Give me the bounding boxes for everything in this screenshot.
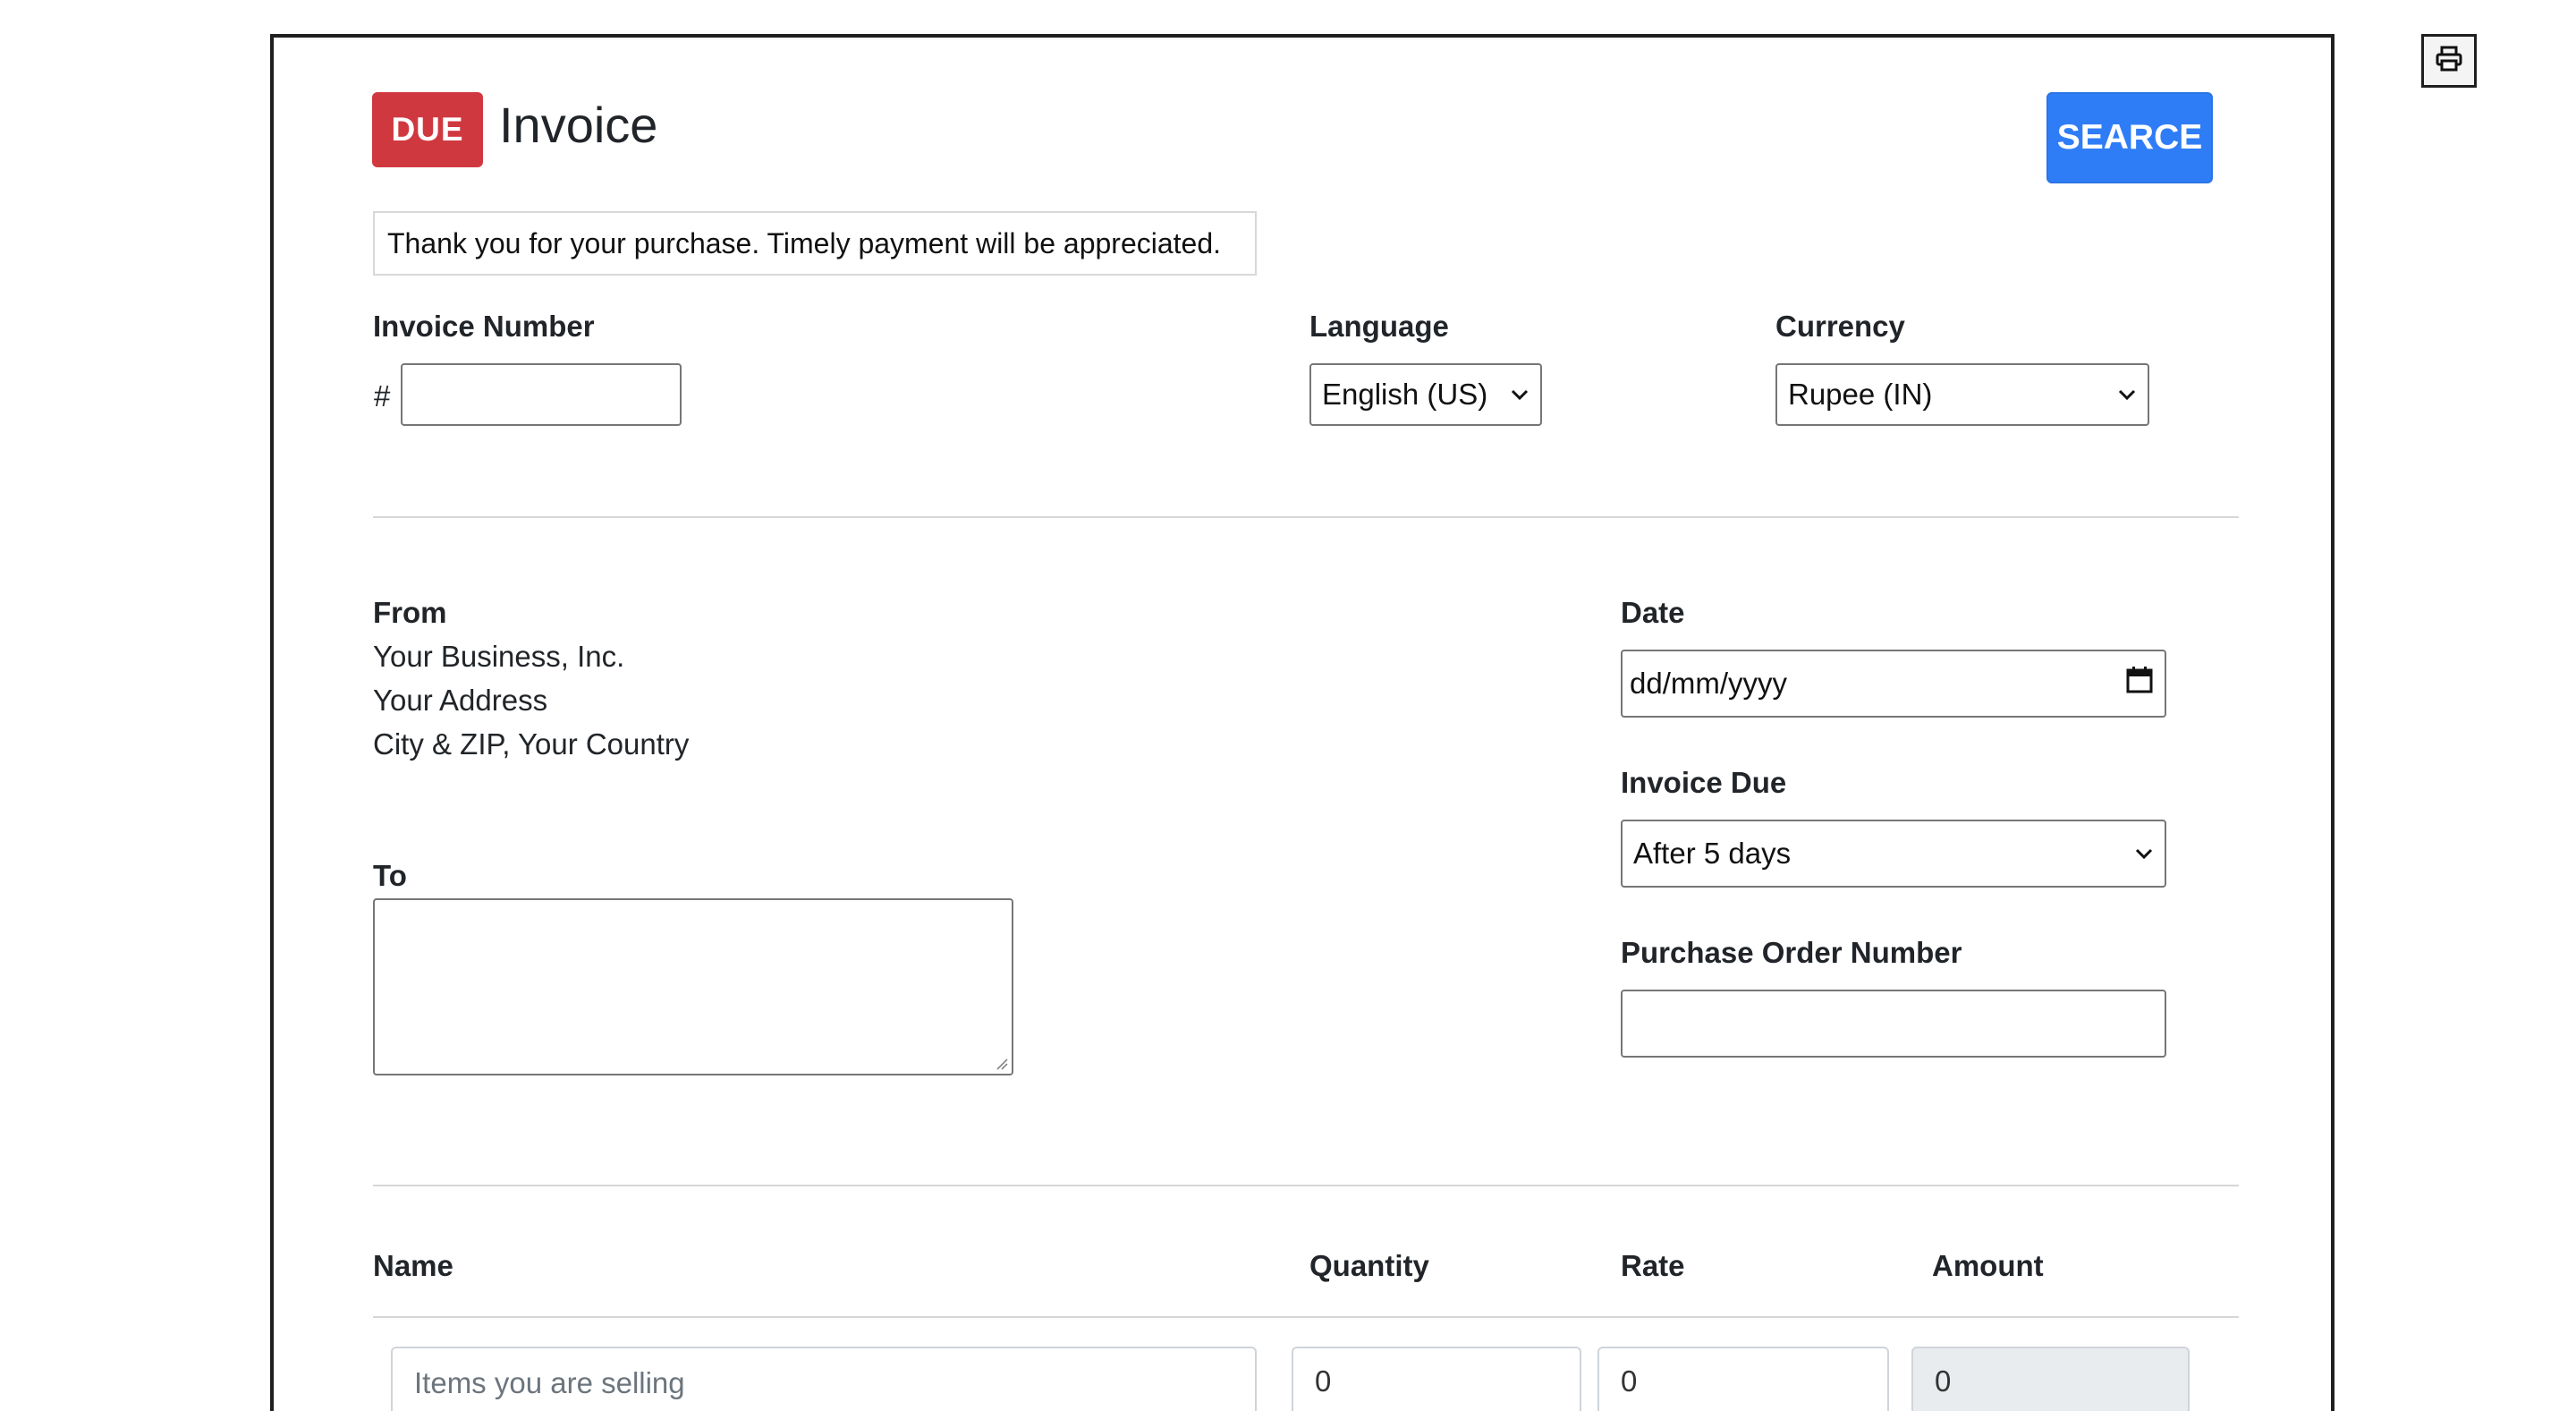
language-value: English (US) xyxy=(1322,378,1488,411)
from-line: Your Business, Inc. xyxy=(373,640,625,673)
item-quantity-input[interactable]: 0 xyxy=(1292,1347,1581,1411)
currency-select[interactable]: Rupee (IN) xyxy=(1775,363,2149,426)
invoice-number-input[interactable] xyxy=(401,363,682,426)
date-input[interactable]: dd/mm/yyyy xyxy=(1621,650,2166,718)
divider xyxy=(373,1316,2239,1318)
search-button[interactable]: SEARCE xyxy=(2046,92,2213,183)
item-amount-field: 0 xyxy=(1911,1347,2190,1411)
language-select[interactable]: English (US) xyxy=(1309,363,1542,426)
language-label: Language xyxy=(1309,310,1449,343)
to-label: To xyxy=(373,859,407,892)
purchase-order-label: Purchase Order Number xyxy=(1621,936,1962,969)
print-button[interactable] xyxy=(2421,34,2477,88)
chevron-down-icon xyxy=(2117,385,2137,404)
from-line: City & ZIP, Your Country xyxy=(373,727,690,761)
currency-label: Currency xyxy=(1775,310,1905,343)
to-textarea[interactable] xyxy=(373,898,1013,1075)
item-name-placeholder: Items you are selling xyxy=(414,1366,685,1399)
invoice-due-select[interactable]: After 5 days xyxy=(1621,820,2166,888)
invoice-due-value: After 5 days xyxy=(1633,837,1792,870)
from-line: Your Address xyxy=(373,684,548,717)
status-badge: DUE xyxy=(372,92,483,167)
item-name-input[interactable]: Items you are selling xyxy=(391,1347,1257,1411)
printer-icon xyxy=(2435,46,2463,77)
purchase-order-input[interactable] xyxy=(1621,990,2166,1058)
invoice-note[interactable]: Thank you for your purchase. Timely paym… xyxy=(373,211,1257,276)
page-title: Invoice xyxy=(499,97,658,153)
chevron-down-icon xyxy=(2134,844,2154,863)
invoice-due-label: Invoice Due xyxy=(1621,766,1787,799)
divider xyxy=(373,1185,2239,1186)
column-header-quantity: Quantity xyxy=(1309,1249,1429,1282)
divider xyxy=(373,516,2239,518)
from-label: From xyxy=(373,596,447,629)
date-placeholder: dd/mm/yyyy xyxy=(1630,667,1788,700)
currency-value: Rupee (IN) xyxy=(1788,378,1933,411)
invoice-number-label: Invoice Number xyxy=(373,310,595,343)
calendar-icon[interactable] xyxy=(2125,666,2154,701)
column-header-rate: Rate xyxy=(1621,1249,1685,1282)
resize-grip-icon[interactable] xyxy=(996,1058,1008,1070)
column-header-name: Name xyxy=(373,1249,453,1282)
invoice-number-prefix: # xyxy=(374,379,391,412)
date-label: Date xyxy=(1621,596,1685,629)
item-rate-input[interactable]: 0 xyxy=(1597,1347,1889,1411)
chevron-down-icon xyxy=(1510,385,1530,404)
column-header-amount: Amount xyxy=(1932,1249,2044,1282)
